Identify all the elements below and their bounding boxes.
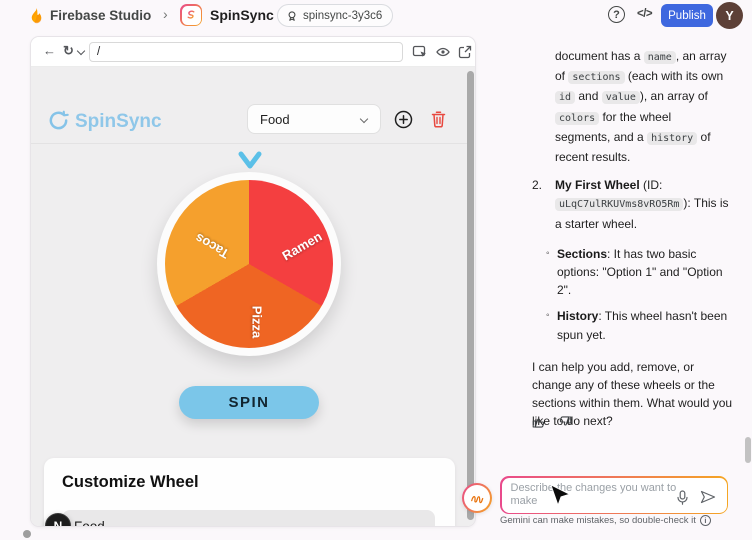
message-paragraph: document has a name, an arrayof sections… [555, 47, 750, 166]
sub-list-item: ◦ History: This wheel hasn't beenspun ye… [546, 307, 750, 343]
wheel-name-value: Food [74, 519, 105, 528]
chat-input-container [500, 476, 728, 514]
code-view-icon[interactable]: </> [637, 8, 652, 20]
wheel-segment-label: Pizza [250, 306, 265, 339]
chevron-down-icon [360, 115, 368, 123]
message-feedback [531, 414, 573, 430]
firebase-studio-window: Firebase Studio › SpinSync spinsync-3y3c… [0, 0, 752, 540]
prototype-icon [286, 10, 298, 22]
bullet-icon: ◦ [546, 245, 550, 263]
wheel-segment-label: Ramen [279, 229, 324, 264]
window-scrollbar-thumb[interactable] [745, 437, 751, 463]
url-input[interactable] [89, 42, 403, 62]
wheel-pointer-icon [237, 151, 263, 171]
help-icon[interactable]: ? [608, 6, 625, 23]
firebase-logo-icon [27, 6, 46, 25]
inspect-eye-icon[interactable] [435, 44, 451, 60]
list-item-text: My First Wheel (ID:uLqC7ulRKUVms8vRO5Rm)… [555, 178, 729, 230]
workspace-badge-label: spinsync-3y3c6 [303, 10, 382, 22]
workspace-badge[interactable]: spinsync-3y3c6 [277, 4, 393, 27]
chat-input[interactable] [511, 482, 689, 512]
app-preview-panel: ← ↻ SpinSync Food [30, 36, 476, 527]
wheel-select-dropdown[interactable]: Food [247, 104, 381, 134]
thumbs-down-icon[interactable] [557, 414, 573, 430]
send-icon[interactable] [700, 490, 716, 504]
wheel-segments: Ramen Pizza Tacos [165, 180, 333, 348]
status-dot [23, 530, 31, 538]
reload-options-chevron-icon[interactable] [77, 47, 85, 55]
list-item: 2. My First Wheel (ID:uLqC7ulRKUVms8vRO5… [555, 176, 750, 233]
mic-icon[interactable] [676, 490, 689, 505]
thumbs-up-icon[interactable] [531, 414, 547, 430]
top-bar: Firebase Studio › SpinSync spinsync-3y3c… [0, 0, 752, 32]
delete-wheel-trash-icon[interactable] [430, 110, 447, 128]
disclaimer-text: Gemini can make mistakes, so double-chec… [500, 515, 696, 526]
squiggle-icon [468, 489, 486, 507]
preview-scrollbar-thumb[interactable] [467, 71, 474, 520]
wheel-select-value: Food [260, 112, 290, 127]
wheel-name-input[interactable]: Food [62, 510, 435, 527]
spinsync-app-viewport: SpinSync Food Ramen Pizza [31, 67, 476, 527]
app-title: SpinSync [75, 111, 162, 133]
customize-wheel-heading: Customize Wheel [62, 473, 199, 492]
info-icon[interactable]: i [700, 515, 711, 526]
spin-button[interactable]: SPIN [179, 386, 319, 419]
gemini-avatar[interactable] [462, 483, 492, 513]
select-element-icon[interactable] [412, 44, 428, 60]
gemini-disclaimer: Gemini can make mistakes, so double-chec… [500, 515, 711, 526]
spinner-wheel[interactable]: Ramen Pizza Tacos [157, 172, 341, 356]
user-avatar[interactable]: Y [716, 2, 743, 29]
preview-toolbar: ← ↻ [31, 37, 475, 67]
list-number: 2. [532, 176, 542, 194]
gemini-chat-message: document has a name, an arrayof sections… [532, 47, 750, 431]
customize-wheel-card: Customize Wheel Food [44, 458, 455, 527]
sub-list-item: ◦ Sections: It has two basicoptions: "Op… [546, 245, 750, 300]
back-icon[interactable]: ← [43, 43, 56, 58]
breadcrumb-separator: › [163, 6, 168, 22]
reload-icon[interactable]: ↻ [63, 43, 74, 59]
open-in-new-window-icon[interactable] [457, 44, 473, 60]
header-divider [31, 143, 467, 144]
breadcrumb-brand[interactable]: Firebase Studio [50, 8, 151, 23]
sub-item-text: History: This wheel hasn't beenspun yet. [557, 307, 750, 343]
wheel-segment-label: Tacos [192, 230, 231, 261]
bullet-icon: ◦ [546, 307, 550, 325]
publish-button[interactable]: Publish [661, 4, 713, 27]
add-wheel-icon[interactable] [394, 110, 413, 129]
sub-item-text: Sections: It has two basicoptions: "Opti… [557, 245, 750, 300]
spinsync-logo-icon [47, 109, 70, 132]
spinsync-app-icon [180, 4, 202, 26]
breadcrumb-app-name[interactable]: SpinSync [210, 7, 274, 23]
